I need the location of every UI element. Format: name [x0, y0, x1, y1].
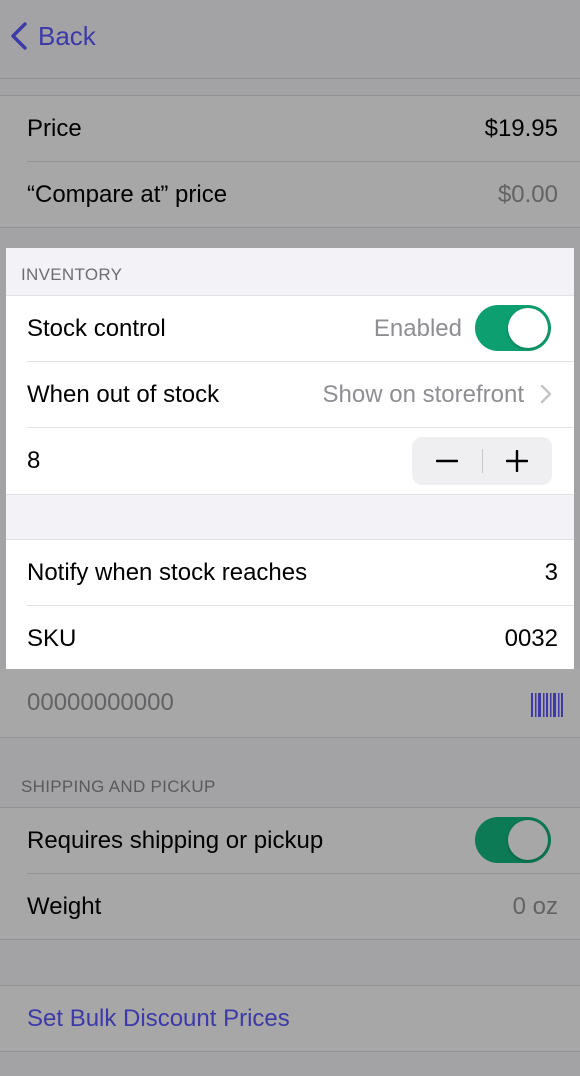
requires-shipping-label: Requires shipping or pickup — [27, 826, 324, 854]
inventory-panel: INVENTORY Stock control Enabled When out… — [6, 248, 574, 670]
bulk-discount-row[interactable]: Set Bulk Discount Prices — [0, 986, 580, 1051]
barcode-icon[interactable] — [531, 693, 563, 717]
weight-label: Weight — [27, 892, 102, 920]
requires-shipping-toggle[interactable] — [475, 817, 551, 863]
out-of-stock-label: When out of stock — [27, 381, 220, 408]
stock-control-row: Stock control Enabled — [6, 296, 574, 361]
shipping-header: SHIPPING AND PICKUP — [21, 777, 216, 796]
shipping-group: Requires shipping or pickup Weight 0 oz — [0, 807, 580, 940]
compare-price-row[interactable]: “Compare at” price $0.00 — [0, 162, 580, 227]
decrement-button[interactable] — [412, 437, 482, 485]
barcode-group: 00000000000 — [0, 669, 580, 738]
stock-control-label: Stock control — [27, 315, 166, 342]
minus-icon — [436, 459, 458, 463]
barcode-row[interactable]: 00000000000 — [0, 669, 580, 737]
weight-value: 0 oz — [512, 892, 558, 920]
inventory-group: Stock control Enabled When out of stock … — [6, 295, 574, 495]
back-button[interactable]: Back — [10, 18, 96, 54]
toggle-knob — [508, 308, 548, 348]
increment-button[interactable] — [482, 437, 552, 485]
price-label: Price — [27, 114, 82, 142]
price-value: $19.95 — [484, 114, 558, 142]
compare-price-value: $0.00 — [497, 180, 558, 208]
plus-icon — [506, 450, 528, 472]
sku-value: 0032 — [504, 625, 558, 652]
sku-row[interactable]: SKU 0032 — [6, 606, 574, 670]
chevron-left-icon — [11, 22, 27, 50]
inventory-header: INVENTORY — [21, 265, 123, 284]
stock-control-toggle[interactable] — [475, 305, 551, 351]
notify-row[interactable]: Notify when stock reaches 3 — [6, 540, 574, 605]
chevron-right-icon — [540, 384, 552, 404]
quantity-value: 8 — [27, 447, 41, 474]
bulk-discount-link[interactable]: Set Bulk Discount Prices — [27, 1005, 290, 1033]
weight-row[interactable]: Weight 0 oz — [0, 874, 580, 939]
notify-value: 3 — [544, 559, 558, 586]
back-label: Back — [38, 20, 96, 51]
compare-price-label: “Compare at” price — [27, 180, 228, 208]
out-of-stock-row[interactable]: When out of stock Show on storefront — [6, 362, 574, 427]
stock-control-value: Enabled — [373, 315, 462, 342]
bulk-discount-group: Set Bulk Discount Prices — [0, 985, 580, 1052]
price-row[interactable]: Price $19.95 — [0, 96, 580, 161]
sku-label: SKU — [27, 625, 77, 652]
quantity-stepper — [412, 437, 552, 485]
notify-label: Notify when stock reaches — [27, 559, 308, 586]
quantity-row: 8 — [6, 428, 574, 493]
stock-details-group: Notify when stock reaches 3 SKU 0032 — [6, 539, 574, 670]
pricing-group: Price $19.95 “Compare at” price $0.00 — [0, 95, 580, 228]
toggle-knob — [508, 820, 548, 860]
out-of-stock-value: Show on storefront — [322, 381, 524, 408]
requires-shipping-row: Requires shipping or pickup — [0, 808, 580, 873]
barcode-field[interactable]: 00000000000 — [27, 689, 174, 717]
navigation-bar: Back — [0, 0, 580, 79]
